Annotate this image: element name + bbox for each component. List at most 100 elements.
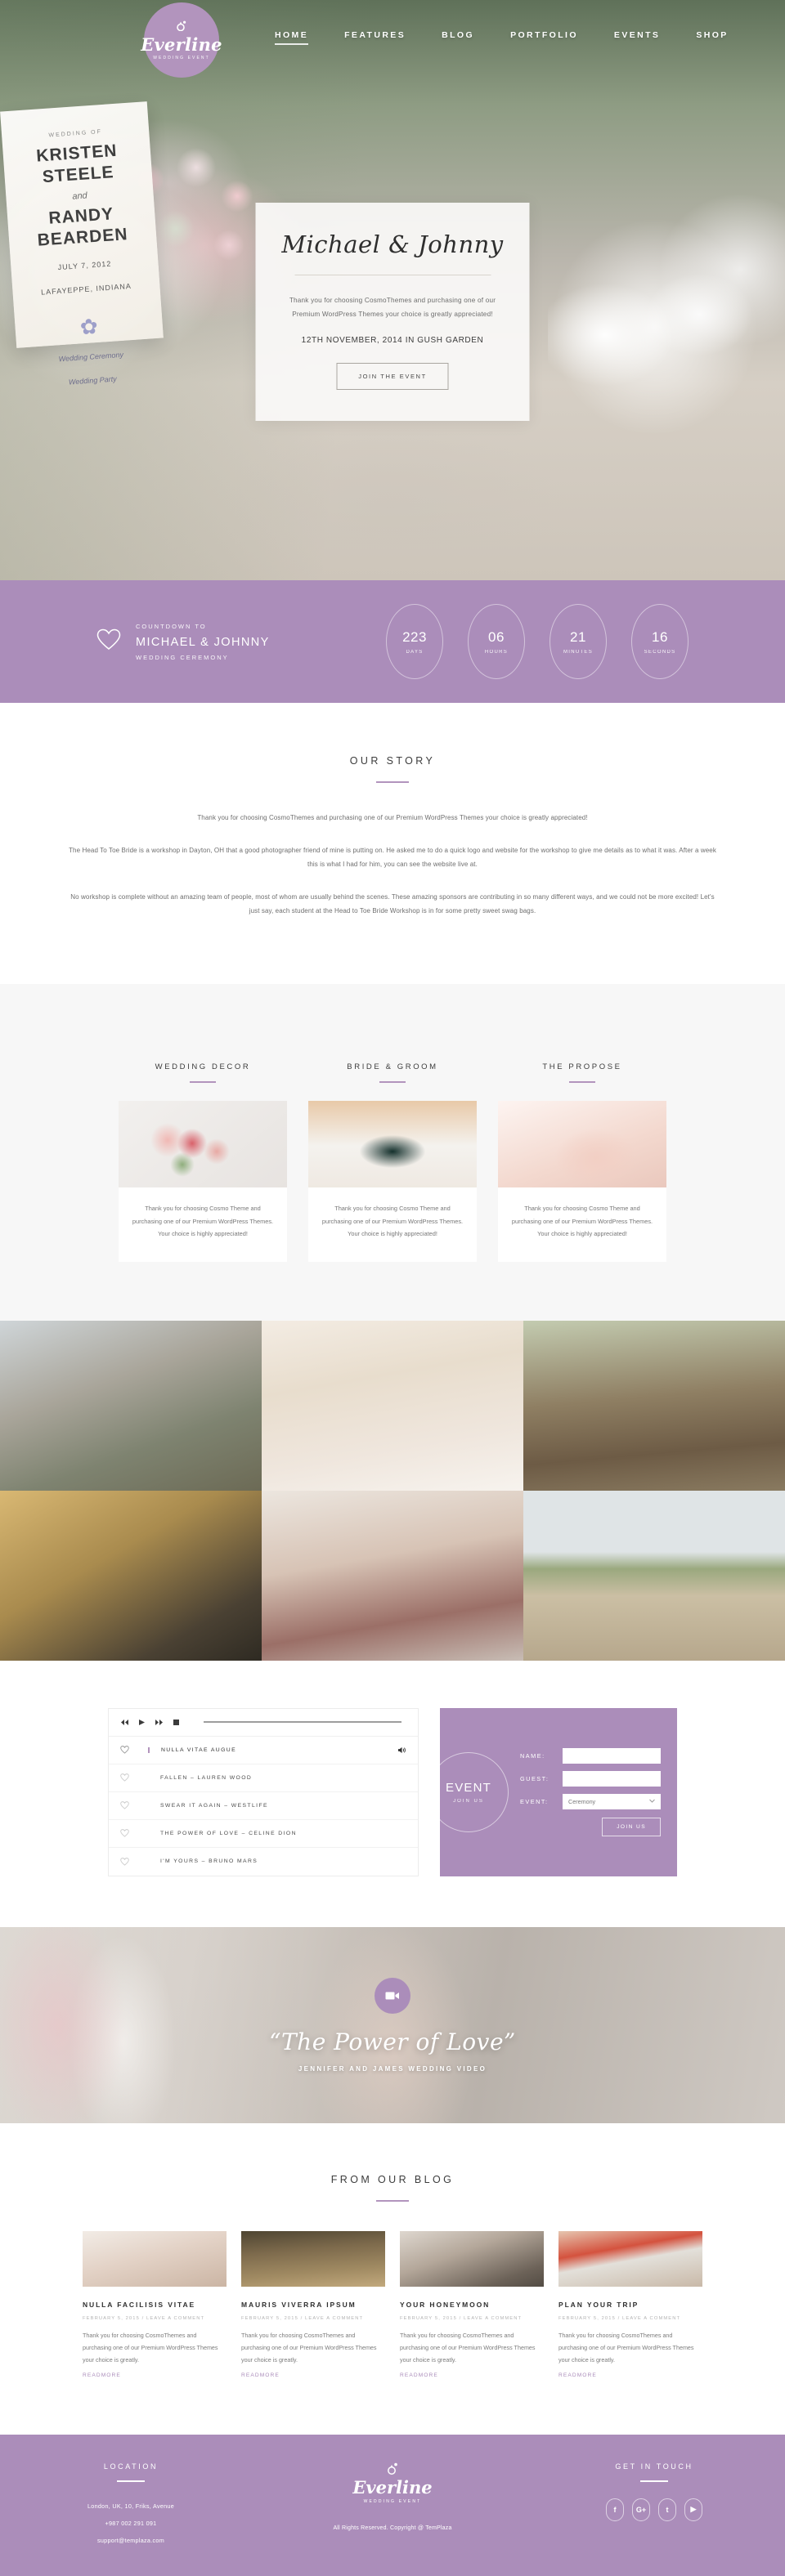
- heart-icon[interactable]: [120, 1829, 148, 1837]
- blog-post-thumbnail[interactable]: [241, 2230, 385, 2287]
- footer-email[interactable]: support@templaza.com: [0, 2533, 262, 2550]
- feature-card-title: WEDDING DECOR: [155, 1062, 251, 1071]
- footer-location-title: LOCATION: [103, 2462, 159, 2471]
- feature-card-head: BRIDE & GROOM: [308, 1062, 477, 1083]
- blog-post-thumbnail[interactable]: [83, 2230, 227, 2287]
- facebook-icon[interactable]: f: [606, 2498, 624, 2521]
- blog-post-title[interactable]: YOUR HONEYMOON: [400, 2301, 544, 2309]
- nav-item-portfolio[interactable]: PORTFOLIO: [510, 30, 578, 45]
- countdown-days-value: 223: [402, 628, 427, 645]
- play-icon[interactable]: [138, 1719, 146, 1726]
- playlist-track-name: SWEAR IT AGAIN – WESTLIFE: [160, 1802, 268, 1809]
- gallery-item[interactable]: [0, 1490, 262, 1661]
- gallery-item[interactable]: [262, 1320, 523, 1491]
- blog-post[interactable]: PLAN YOUR TRIP FEBRUARY 5, 2015 / LEAVE …: [558, 2230, 702, 2381]
- feature-card-the-propose[interactable]: THE PROPOSE Thank you for choosing Cosmo…: [498, 1062, 666, 1262]
- rsvp-name-input[interactable]: [563, 1747, 661, 1764]
- blog-post-readmore-link[interactable]: READMORE: [558, 2373, 597, 2378]
- rsvp-badge-subtitle: JOIN US: [453, 1798, 484, 1804]
- footer-address: London, UK, 10, Friks, Avenue: [87, 2502, 175, 2510]
- footer-logo[interactable]: Everline WEDDING EVENT: [262, 2462, 523, 2504]
- blog-post[interactable]: YOUR HONEYMOON FEBRUARY 5, 2015 / LEAVE …: [400, 2230, 544, 2381]
- blog-post[interactable]: MAURIS VIVERRA IPSUM FEBRUARY 5, 2015 / …: [241, 2230, 385, 2381]
- blog-post-thumbnail[interactable]: [400, 2230, 544, 2287]
- google-plus-icon[interactable]: G+: [632, 2498, 650, 2521]
- rsvp-event-select[interactable]: Ceremony: [563, 1793, 661, 1809]
- blog-section-title: FROM OUR BLOG: [330, 2173, 455, 2185]
- rsvp-guest-input[interactable]: [563, 1770, 661, 1787]
- blog-post-meta: FEBRUARY 5, 2015 / LEAVE A COMMENT: [83, 2315, 205, 2321]
- site-footer: LOCATION London, UK, 10, Friks, Avenue +…: [0, 2434, 785, 2576]
- nav-item-features[interactable]: FEATURES: [344, 30, 406, 45]
- blog-post-readmore-link[interactable]: READMORE: [241, 2373, 280, 2378]
- nav-item-blog[interactable]: BLOG: [442, 30, 474, 45]
- nav-item-shop[interactable]: SHOP: [696, 30, 728, 45]
- heart-icon[interactable]: [120, 1746, 148, 1754]
- blog-post-thumbnail[interactable]: [558, 2230, 702, 2287]
- playlist-track-name: NULLA VITAE AUGUE: [148, 1746, 236, 1753]
- countdown-info: COUNTDOWN TO MICHAEL & JOHNNY WEDDING CE…: [96, 623, 270, 661]
- youtube-icon[interactable]: ▶: [684, 2498, 702, 2521]
- stop-icon[interactable]: [173, 1719, 180, 1726]
- blog-post-title[interactable]: PLAN YOUR TRIP: [558, 2301, 702, 2309]
- site-logo[interactable]: Everline WEDDING EVENT: [141, 2, 222, 78]
- rsvp-guest-label: GUEST:: [520, 1774, 550, 1782]
- blog-post-excerpt: Thank you for choosing CosmoThemes and p…: [558, 2331, 694, 2364]
- heart-icon[interactable]: [120, 1773, 148, 1782]
- feature-card-text: Thank you for choosing Cosmo Theme and p…: [511, 1204, 653, 1238]
- footer-phone[interactable]: +987 002 291 091: [0, 2516, 262, 2533]
- our-story-divider: [376, 781, 409, 783]
- feature-card-divider: [569, 1080, 595, 1083]
- heart-icon[interactable]: [120, 1801, 148, 1809]
- playlist-track[interactable]: THE POWER OF LOVE – CELINE DION: [109, 1820, 418, 1848]
- nav-item-home[interactable]: HOME: [275, 30, 309, 45]
- playlist-track[interactable]: I'M YOURS – BRUNO MARS: [109, 1848, 418, 1876]
- playlist-track[interactable]: NULLA VITAE AUGUE: [109, 1737, 418, 1764]
- invitation-groom: RANDY BEARDEN: [36, 203, 129, 250]
- feature-card-title: BRIDE & GROOM: [347, 1062, 438, 1071]
- blog-post-excerpt: Thank you for choosing CosmoThemes and p…: [400, 2331, 536, 2364]
- blog-post-title[interactable]: NULLA FACILISIS VITAE: [83, 2301, 227, 2309]
- playlist-track[interactable]: SWEAR IT AGAIN – WESTLIFE: [109, 1792, 418, 1820]
- feature-card-bride-groom[interactable]: BRIDE & GROOM Thank you for choosing Cos…: [308, 1062, 477, 1262]
- feature-card-divider: [190, 1080, 216, 1083]
- gallery-item[interactable]: [523, 1320, 785, 1491]
- feature-card-wedding-decor[interactable]: WEDDING DECOR Thank you for choosing Cos…: [119, 1062, 287, 1262]
- prev-icon[interactable]: [120, 1719, 129, 1726]
- playlist-track[interactable]: FALLEN – LAUREN WOOD: [109, 1764, 418, 1792]
- blog-post-excerpt: Thank you for choosing CosmoThemes and p…: [241, 2331, 377, 2364]
- gallery-item[interactable]: [523, 1490, 785, 1661]
- countdown-unit-days: 223 DAYS: [386, 604, 443, 679]
- countdown-minutes-value: 21: [570, 628, 586, 645]
- blog-post[interactable]: NULLA FACILISIS VITAE FEBRUARY 5, 2015 /…: [83, 2230, 227, 2381]
- countdown-seconds-label: SECONDS: [644, 649, 676, 655]
- countdown-seconds-value: 16: [652, 628, 668, 645]
- countdown-units: 223 DAYS 06 HOURS 21 MINUTES 16 SECONDS: [386, 604, 689, 679]
- volume-icon[interactable]: [397, 1746, 406, 1754]
- nav-item-events[interactable]: EVENTS: [614, 30, 660, 45]
- feature-card-body: Thank you for choosing Cosmo Theme and p…: [119, 1100, 287, 1262]
- video-camera-icon[interactable]: [375, 1977, 410, 2014]
- countdown-subtitle: WEDDING CEREMONY: [136, 653, 229, 661]
- footer-copyright: All Rights Reserved. Copyright @ TemPlaz…: [333, 2525, 452, 2531]
- feature-card-text: Thank you for choosing Cosmo Theme and p…: [132, 1204, 274, 1238]
- rsvp-event-row: EVENT: Ceremony: [520, 1793, 661, 1809]
- twitter-icon[interactable]: t: [658, 2498, 676, 2521]
- next-icon[interactable]: [155, 1719, 164, 1726]
- rsvp-submit-button[interactable]: JOIN US: [602, 1817, 661, 1836]
- gallery-item[interactable]: [262, 1490, 523, 1661]
- blog-post-readmore-link[interactable]: READMORE: [400, 2373, 438, 2378]
- gallery-item[interactable]: [0, 1320, 262, 1491]
- heart-icon[interactable]: [120, 1857, 148, 1866]
- hero-invitation-card: WEDDING OF KRISTEN STEELE and RANDY BEAR…: [0, 101, 164, 386]
- invitation-bride: KRISTEN STEELE: [35, 141, 119, 187]
- player-progress-bar[interactable]: [204, 1721, 401, 1724]
- hero-section: WEDDING OF KRISTEN STEELE and RANDY BEAR…: [0, 0, 785, 580]
- invitation-place: LAFAYEPPE, INDIANA: [40, 282, 132, 297]
- feature-card-text: Thank you for choosing Cosmo Theme and p…: [321, 1204, 464, 1238]
- blog-post-readmore-link[interactable]: READMORE: [83, 2373, 121, 2378]
- our-story-section: OUR STORY Thank you for choosing CosmoTh…: [0, 703, 785, 984]
- join-the-event-button[interactable]: JOIN THE EVENT: [336, 363, 449, 391]
- rsvp-event-label: EVENT:: [520, 1797, 549, 1805]
- blog-post-title[interactable]: MAURIS VIVERRA IPSUM: [241, 2301, 385, 2309]
